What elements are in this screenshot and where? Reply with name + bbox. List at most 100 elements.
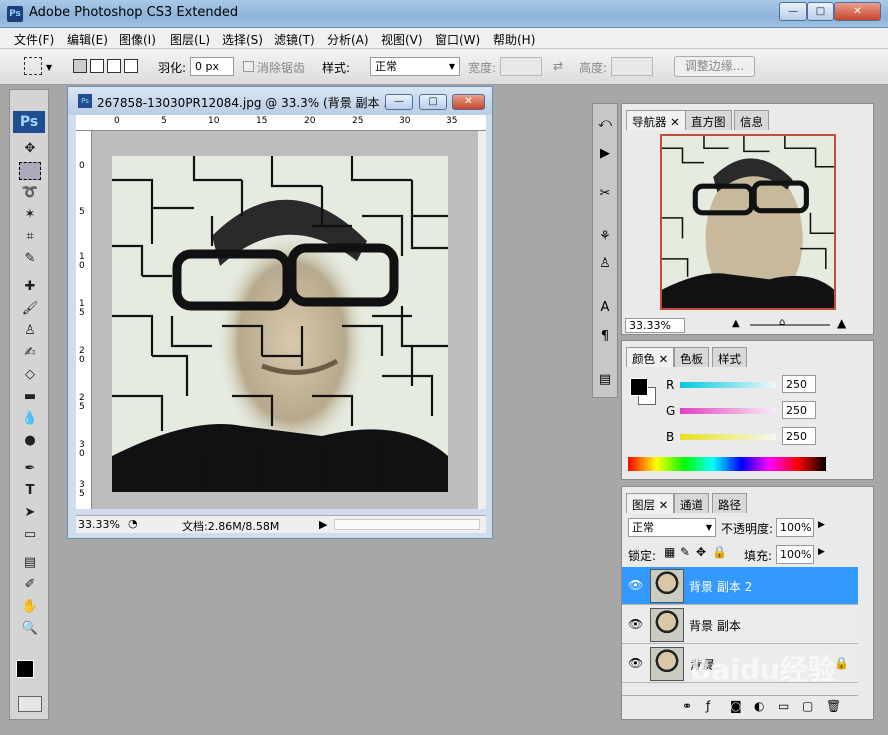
notes-tool-icon[interactable]: ▤: [19, 554, 41, 572]
layer-comps-icon[interactable]: ▤: [596, 372, 614, 390]
visibility-eye-icon[interactable]: 👁: [628, 617, 643, 631]
channel-g-input[interactable]: 250: [782, 401, 816, 419]
tab-layers[interactable]: 图层 ✕: [626, 493, 675, 513]
type-tool-icon[interactable]: T: [19, 482, 41, 500]
new-selection-icon[interactable]: [73, 59, 87, 73]
blur-tool-icon[interactable]: 💧: [19, 410, 41, 428]
marquee-tool-preset-icon[interactable]: [24, 57, 42, 75]
canvas-area[interactable]: [92, 131, 478, 509]
tab-channels[interactable]: 通道: [674, 493, 709, 513]
navigator-preview[interactable]: [660, 134, 836, 310]
menu-filter[interactable]: 滤镜(T): [274, 31, 315, 48]
layer-name[interactable]: 背景 副本: [689, 617, 741, 634]
move-tool-icon[interactable]: ✥: [19, 140, 41, 158]
zoom-level[interactable]: 33.33%: [78, 518, 120, 531]
width-input[interactable]: [500, 57, 542, 76]
tab-navigator[interactable]: 导航器 ✕: [626, 110, 686, 130]
maximize-button[interactable]: □: [807, 2, 834, 21]
antialias-checkbox[interactable]: [243, 61, 254, 72]
menu-edit[interactable]: 编辑(E): [67, 31, 108, 48]
lock-image-icon[interactable]: ✎: [680, 545, 690, 559]
doc-minimize-button[interactable]: —: [385, 94, 413, 110]
layer-mask-icon[interactable]: ◙: [730, 699, 742, 713]
history-icon[interactable]: ⤺: [596, 116, 614, 134]
close-button[interactable]: ✕: [834, 2, 881, 21]
tab-histogram[interactable]: 直方图: [685, 110, 732, 130]
visibility-eye-icon[interactable]: 👁: [628, 578, 643, 592]
foreground-color-swatch[interactable]: [630, 378, 648, 396]
canvas-image[interactable]: [112, 156, 448, 492]
actions-icon[interactable]: ▶: [596, 146, 614, 164]
lock-position-icon[interactable]: ✥: [696, 545, 706, 559]
quick-mask-icon[interactable]: [18, 696, 42, 712]
subtract-selection-icon[interactable]: [107, 59, 121, 73]
add-to-selection-icon[interactable]: [90, 59, 104, 73]
menu-image[interactable]: 图像(I): [119, 31, 156, 48]
shape-tool-icon[interactable]: ▭: [19, 526, 41, 544]
tab-styles[interactable]: 样式: [712, 347, 747, 367]
hand-tool-icon[interactable]: ✋: [19, 598, 41, 616]
zoom-slider-handle[interactable]: ⌂: [779, 317, 785, 328]
layer-row[interactable]: 👁 背景 副本: [622, 606, 858, 644]
channel-g-slider[interactable]: [680, 408, 776, 414]
tab-color[interactable]: 颜色 ✕: [626, 347, 675, 367]
menu-file[interactable]: 文件(F): [14, 31, 54, 48]
status-info-icon[interactable]: ◔: [128, 517, 138, 530]
blend-mode-select[interactable]: 正常 ▼: [628, 518, 716, 537]
preset-dropdown-arrow-icon[interactable]: ▼: [46, 63, 52, 72]
tool-presets-icon[interactable]: ✂: [596, 186, 614, 204]
paragraph-icon[interactable]: ¶: [596, 329, 614, 347]
fill-input[interactable]: 100%: [776, 545, 814, 564]
new-group-icon[interactable]: ▭: [778, 699, 789, 713]
refine-edge-button[interactable]: 调整边缘...: [674, 56, 755, 77]
brush-tool-icon[interactable]: 🖌: [19, 300, 41, 318]
channel-r-input[interactable]: 250: [782, 375, 816, 393]
eyedropper-icon[interactable]: ✐: [19, 576, 41, 594]
clone-source-icon[interactable]: ♙: [596, 256, 614, 274]
foreground-color-swatch[interactable]: [16, 660, 34, 678]
doc-close-button[interactable]: ✕: [452, 94, 485, 110]
eraser-tool-icon[interactable]: ◇: [19, 366, 41, 384]
doc-maximize-button[interactable]: □: [419, 94, 447, 110]
pen-tool-icon[interactable]: ✒: [19, 460, 41, 478]
layer-style-icon[interactable]: ƒ: [706, 699, 710, 713]
opacity-input[interactable]: 100%: [776, 518, 814, 537]
history-brush-icon[interactable]: ✍: [19, 344, 41, 362]
menu-window[interactable]: 窗口(W): [435, 31, 480, 48]
zoom-out-icon[interactable]: ▲: [732, 318, 740, 329]
adjustment-layer-icon[interactable]: ◐: [754, 699, 764, 713]
minimize-button[interactable]: —: [779, 2, 807, 21]
horizontal-scrollbar[interactable]: [334, 519, 480, 530]
tab-info[interactable]: 信息: [734, 110, 769, 130]
slice-tool-icon[interactable]: ✎: [19, 250, 41, 268]
layer-name[interactable]: 背景 副本 2: [689, 578, 752, 595]
navigator-zoom-input[interactable]: 33.33%: [625, 318, 685, 333]
channel-b-slider[interactable]: [680, 434, 776, 440]
opacity-arrow-icon[interactable]: ▶: [818, 520, 825, 530]
status-menu-arrow-icon[interactable]: ▶: [319, 518, 327, 531]
lasso-tool-icon[interactable]: ➰: [19, 184, 41, 202]
style-select[interactable]: 正常 ▼: [370, 57, 460, 76]
height-input[interactable]: [611, 57, 653, 76]
swap-icon[interactable]: ⇄: [553, 59, 563, 73]
vertical-scrollbar[interactable]: [478, 131, 486, 509]
path-select-icon[interactable]: ➤: [19, 504, 41, 522]
visibility-eye-icon[interactable]: 👁: [628, 656, 643, 670]
delete-layer-icon[interactable]: 🗑: [826, 699, 841, 713]
layer-row[interactable]: 👁 背景 副本 2: [622, 567, 858, 605]
menu-layer[interactable]: 图层(L): [170, 31, 210, 48]
marquee-tool-icon[interactable]: [19, 162, 41, 180]
link-layers-icon[interactable]: ⚭: [682, 699, 692, 713]
channel-r-slider[interactable]: [680, 382, 776, 388]
clone-stamp-icon[interactable]: ♙: [19, 322, 41, 340]
new-layer-icon[interactable]: ▢: [802, 699, 813, 713]
tab-paths[interactable]: 路径: [712, 493, 747, 513]
zoom-slider[interactable]: [750, 324, 830, 326]
magic-wand-icon[interactable]: ✶: [19, 206, 41, 224]
brushes-icon[interactable]: ⚘: [596, 229, 614, 247]
lock-transparency-icon[interactable]: ▦: [664, 545, 675, 559]
feather-input[interactable]: 0 px: [190, 57, 234, 76]
zoom-in-icon[interactable]: ▲: [837, 316, 846, 330]
intersect-selection-icon[interactable]: [124, 59, 138, 73]
menu-select[interactable]: 选择(S): [222, 31, 263, 48]
